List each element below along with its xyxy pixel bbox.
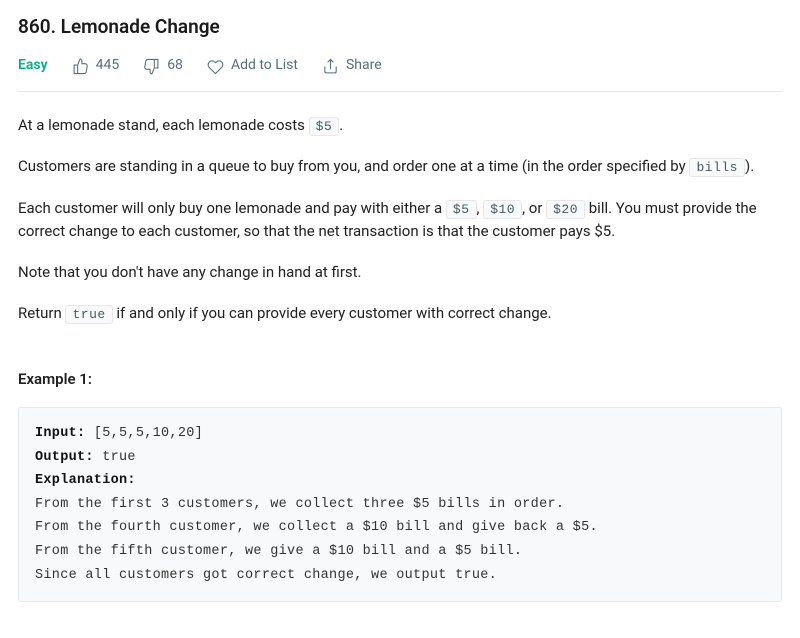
explanation-line: Since all customers got correct change, … bbox=[35, 568, 497, 583]
favorite-button[interactable]: Add to List bbox=[207, 55, 298, 77]
downvote-count: 68 bbox=[167, 55, 183, 77]
difficulty-label: Easy bbox=[18, 55, 48, 77]
share-label: Share bbox=[346, 55, 382, 77]
share-icon bbox=[322, 58, 339, 75]
inline-code: true bbox=[65, 305, 112, 324]
favorite-label: Add to List bbox=[231, 55, 298, 77]
thumbs-down-icon bbox=[143, 58, 160, 75]
inline-code: $5 bbox=[446, 200, 477, 219]
inline-code: $5 bbox=[309, 117, 340, 136]
paragraph: Return true if and only if you can provi… bbox=[18, 302, 782, 325]
explanation-line: From the fourth customer, we collect a $… bbox=[35, 520, 598, 535]
problem-title: 860. Lemonade Change bbox=[18, 12, 782, 41]
output-label: Output: bbox=[35, 450, 94, 465]
example-heading: Example 1: bbox=[18, 368, 782, 391]
upvote-button[interactable]: 445 bbox=[72, 55, 120, 77]
example-block: Input: [5,5,5,10,20] Output: true Explan… bbox=[18, 407, 782, 602]
problem-description: At a lemonade stand, each lemonade costs… bbox=[18, 114, 782, 326]
heart-icon bbox=[207, 58, 224, 75]
explanation-label: Explanation: bbox=[35, 473, 136, 488]
input-label: Input: bbox=[35, 426, 85, 441]
upvote-count: 445 bbox=[96, 55, 120, 77]
inline-code: bills bbox=[689, 158, 745, 177]
share-button[interactable]: Share bbox=[322, 55, 382, 77]
paragraph: Note that you don't have any change in h… bbox=[18, 261, 782, 284]
explanation-line: From the fifth customer, we give a $10 b… bbox=[35, 544, 522, 559]
output-value: true bbox=[94, 450, 136, 465]
downvote-button[interactable]: 68 bbox=[143, 55, 183, 77]
meta-row: Easy 445 68 Add to List Share bbox=[18, 55, 782, 92]
paragraph: Each customer will only buy one lemonade… bbox=[18, 197, 782, 244]
input-value: [5,5,5,10,20] bbox=[85, 426, 203, 441]
inline-code: $20 bbox=[546, 200, 585, 219]
thumbs-up-icon bbox=[72, 58, 89, 75]
paragraph: Customers are standing in a queue to buy… bbox=[18, 155, 782, 178]
paragraph: At a lemonade stand, each lemonade costs… bbox=[18, 114, 782, 137]
inline-code: $10 bbox=[483, 200, 522, 219]
explanation-line: From the first 3 customers, we collect t… bbox=[35, 497, 564, 512]
